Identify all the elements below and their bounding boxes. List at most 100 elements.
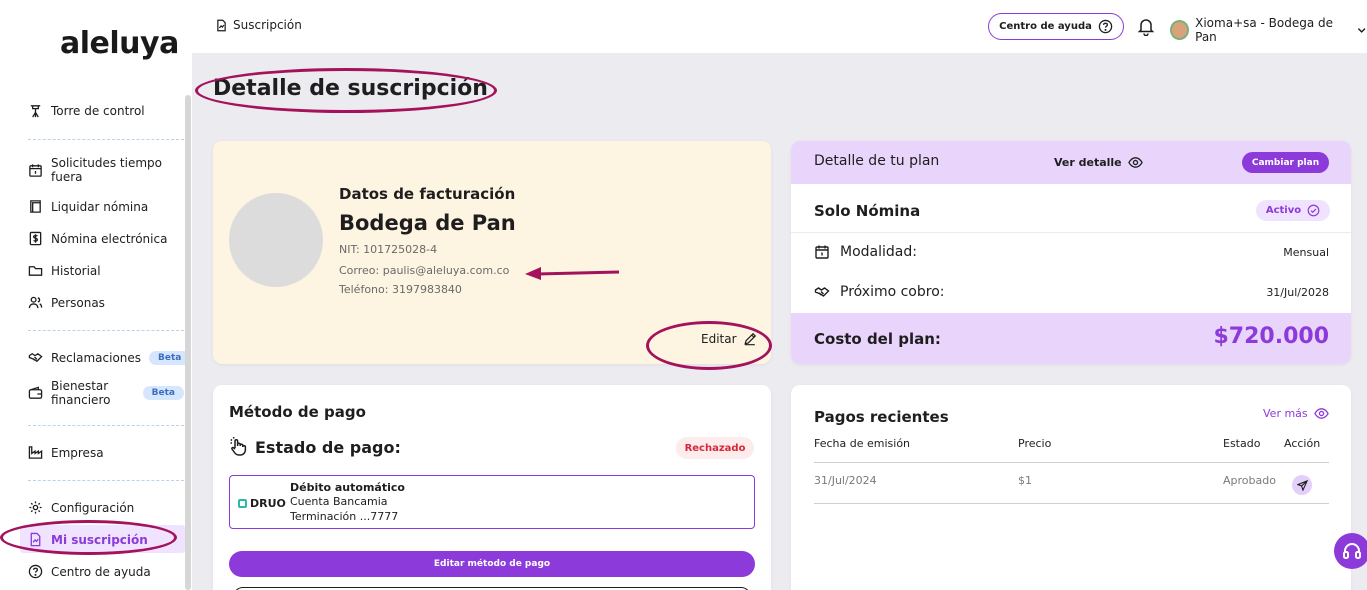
sidebar-divider — [28, 480, 184, 481]
status-badge-label: Activo — [1265, 205, 1302, 216]
sidebar-item-label: Historial — [51, 263, 101, 278]
edit-payment-method-button[interactable]: Editar método de pago — [229, 551, 755, 577]
plan-divider — [791, 232, 1351, 233]
bell-icon[interactable] — [1136, 16, 1156, 36]
sidebar-item-label: Mi suscripción — [51, 532, 148, 547]
sidebar-item-label: Torre de control — [51, 103, 145, 118]
billing-nit: NIT: 101725028-4 — [339, 243, 438, 256]
eye-icon — [1127, 157, 1143, 168]
next-charge-value: 31/Jul/2028 — [1266, 285, 1329, 299]
send-receipt-button[interactable] — [1292, 475, 1312, 495]
sidebar-item-label: Centro de ayuda — [51, 564, 151, 579]
edit-billing-button[interactable]: Editar — [701, 332, 757, 346]
subscription-icon — [217, 19, 226, 31]
sidebar-item-personas[interactable]: Personas — [28, 295, 184, 310]
sidebar-item-historial[interactable]: Historial — [28, 263, 184, 278]
billing-phone: Teléfono: 3197983840 — [339, 283, 462, 296]
edit-billing-label: Editar — [701, 332, 737, 346]
sidebar-item-mi-suscripcion[interactable]: Mi suscripción — [28, 532, 184, 547]
help-center-label: Centro de ayuda — [999, 21, 1092, 32]
send-icon — [1296, 479, 1308, 491]
payment-date-cell: 31/Jul/2024 — [814, 474, 877, 487]
modality-label: Modalidad: — [840, 244, 917, 260]
payment-state-label: Estado de pago: — [255, 437, 401, 457]
avatar — [1170, 20, 1190, 40]
sidebar-item-centro-de-ayuda[interactable]: Centro de ayuda — [28, 564, 184, 579]
help-circle-icon — [28, 564, 43, 579]
next-charge-label: Próximo cobro: — [840, 284, 945, 300]
view-detail-link[interactable]: Ver detalle — [1054, 155, 1143, 170]
sidebar-item-empresa[interactable]: Empresa — [28, 445, 184, 460]
next-charge-row: Próximo cobro: 31/Jul/2028 — [814, 284, 1329, 300]
see-more-link[interactable]: Ver más — [1263, 406, 1329, 421]
modality-row: Modalidad: Mensual — [814, 244, 1329, 260]
factory-icon — [28, 446, 43, 459]
column-header: Acción — [1284, 437, 1321, 450]
sidebar-item-label: Liquidar nómina — [51, 199, 149, 214]
pencil-icon — [743, 332, 756, 346]
plan-name: Solo Nómina — [814, 202, 921, 220]
billing-card: Datos de facturación Bodega de Pan NIT: … — [213, 141, 771, 364]
sidebar-item-solicitudes[interactable]: Solicitudes tiempo fuera — [28, 156, 184, 184]
view-detail-label: Ver detalle — [1054, 156, 1122, 169]
sidebar-item-nomina-electronica[interactable]: Nómina electrónica — [28, 231, 184, 246]
handshake-icon — [814, 287, 830, 297]
payment-method-card: Método de pago Estado de pago: Rechazado… — [213, 385, 771, 590]
method-ending: Terminación ...7777 — [290, 510, 399, 523]
breadcrumb: Suscripción — [215, 18, 302, 32]
folder-icon — [28, 266, 43, 276]
billing-heading: Datos de facturación — [339, 185, 516, 203]
headset-icon — [1343, 543, 1361, 559]
sidebar-item-label: Reclamaciones — [51, 350, 142, 365]
rejected-badge: Rechazado — [676, 437, 754, 459]
subscription-icon — [30, 532, 41, 547]
sidebar-item-label: Solicitudes tiempo fuera — [51, 156, 163, 184]
sidebar-item-configuracion[interactable]: Configuración — [28, 500, 184, 515]
payment-status-cell: Aprobado — [1223, 474, 1276, 487]
sidebar-item-label: Bienestar financiero — [51, 379, 111, 407]
column-header: Fecha de emisión — [814, 437, 911, 450]
sidebar-item-label: Personas — [51, 295, 105, 310]
page-title: Detalle de suscripción — [213, 76, 488, 101]
method-title: Débito automático — [290, 481, 405, 494]
sidebar: aleluya Torre de control Solicitudes tie… — [0, 0, 192, 590]
sidebar-item-liquidar-nomina[interactable]: Liquidar nómina — [28, 199, 184, 214]
dollar-document-icon — [29, 231, 42, 246]
beta-badge: Beta — [142, 386, 184, 400]
sidebar-item-label: Nómina electrónica — [51, 231, 168, 246]
people-icon — [28, 296, 43, 309]
annotation-arrow-icon — [525, 267, 620, 280]
wallet-icon — [28, 386, 43, 399]
company-name: Bodega de Pan — [339, 211, 516, 235]
payment-price-cell: $1 — [1018, 474, 1032, 487]
support-chat-button[interactable] — [1334, 533, 1367, 569]
user-menu[interactable]: Xioma+sa - Bodega de Pan — [1170, 16, 1367, 44]
modality-value: Mensual — [1283, 245, 1329, 259]
plan-cost-band: Costo del plan: $720.000 — [791, 313, 1351, 364]
sidebar-item-label: Configuración — [51, 500, 135, 515]
sidebar-item-torre-de-control[interactable]: Torre de control — [28, 103, 184, 118]
tower-icon — [30, 105, 41, 118]
recent-payments-card: Pagos recientes Ver más Fecha de emisión… — [791, 385, 1351, 590]
sidebar-divider — [28, 330, 184, 331]
sidebar-divider — [28, 139, 184, 140]
druo-logo-mark — [238, 499, 247, 508]
help-center-button[interactable]: Centro de ayuda — [988, 13, 1124, 40]
aleluya-logo[interactable]: aleluya — [60, 26, 179, 61]
column-header: Estado — [1223, 437, 1261, 450]
druo-logo: DRUO — [238, 497, 286, 510]
handshake-icon — [28, 352, 43, 363]
recent-payments-heading: Pagos recientes — [814, 408, 949, 426]
sidebar-item-reclamaciones[interactable]: Reclamaciones Beta — [28, 350, 191, 365]
druo-logo-text: DRUO — [250, 497, 286, 510]
sidebar-divider — [28, 425, 184, 426]
plan-heading: Detalle de tu plan — [814, 153, 940, 169]
company-avatar — [229, 193, 323, 287]
table-divider — [814, 503, 1329, 504]
change-plan-button[interactable]: Cambiar plan — [1242, 152, 1329, 173]
sidebar-item-bienestar-financiero[interactable]: Bienestar financiero Beta — [28, 379, 184, 407]
payment-heading: Método de pago — [229, 403, 366, 421]
help-circle-icon — [1098, 19, 1113, 34]
sidebar-scrollbar[interactable] — [185, 95, 191, 590]
hand-pointer-icon — [230, 437, 247, 456]
